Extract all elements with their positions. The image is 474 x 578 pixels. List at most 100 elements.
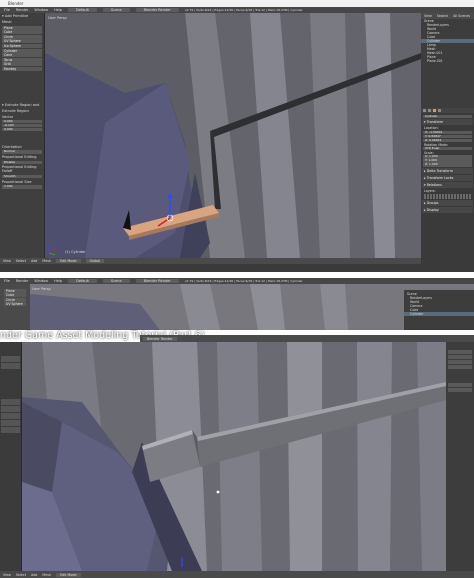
render-engine-selector[interactable]: Blender Render bbox=[135, 279, 179, 283]
inner-tool-button[interactable] bbox=[1, 399, 20, 405]
proportional-size-field[interactable]: 1.000 bbox=[2, 184, 42, 189]
top-scene-render bbox=[45, 13, 421, 258]
header-add-menu[interactable]: Add bbox=[31, 259, 37, 263]
layers-label: Layers: bbox=[424, 188, 436, 193]
orientation-selector[interactable]: Global bbox=[85, 259, 105, 263]
outer-toolshelf: Plane Cube Circle UV Sphere bbox=[2, 288, 28, 307]
active-object-label: (1) Cylinder bbox=[65, 250, 86, 254]
outliner-item-selected[interactable]: Cylinder bbox=[404, 312, 474, 316]
scene-tab-icon[interactable] bbox=[428, 109, 431, 112]
add-uv-sphere-button[interactable]: UV Sphere bbox=[4, 302, 26, 307]
display-header[interactable]: ▸ Display bbox=[422, 206, 473, 213]
inner-prop-row[interactable] bbox=[448, 365, 472, 369]
mode-selector[interactable]: Edit Mode bbox=[56, 572, 81, 577]
outliner-view-menu[interactable]: View bbox=[424, 14, 432, 18]
header-add-menu[interactable]: Add bbox=[31, 573, 37, 577]
object-tab-icon[interactable] bbox=[433, 109, 436, 112]
vector-z-field[interactable]: 0.000 bbox=[2, 127, 42, 132]
bottom-viewport-header: View Select Add Mesh Edit Mode bbox=[0, 571, 474, 578]
rotation-mode-select[interactable]: XYZ Euler bbox=[423, 146, 472, 151]
header-view-menu[interactable]: View bbox=[3, 573, 11, 577]
header-mesh-menu[interactable]: Mesh bbox=[42, 573, 51, 577]
inner-prop-row[interactable] bbox=[448, 383, 472, 387]
falloff-label: Proportional Editing Falloff bbox=[2, 165, 37, 174]
render-tab-icon[interactable] bbox=[423, 109, 426, 112]
layout-selector[interactable]: Default bbox=[68, 279, 97, 283]
add-cube-button[interactable]: Cube bbox=[2, 30, 42, 35]
mesh-section-label: Mesh: bbox=[2, 20, 13, 24]
mode-selector[interactable]: Edit Mode bbox=[56, 259, 81, 263]
inner-prop-row[interactable] bbox=[448, 388, 472, 392]
outliner-item[interactable]: Plane.001 bbox=[421, 59, 474, 63]
inner-prop-row[interactable] bbox=[448, 360, 472, 364]
header-mesh-menu[interactable]: Mesh bbox=[42, 259, 51, 263]
add-circle-button[interactable]: Circle bbox=[2, 34, 42, 39]
render-engine-selector[interactable]: Blender Render bbox=[135, 8, 179, 12]
transform-header[interactable]: ▾ Transform bbox=[422, 119, 473, 126]
add-cube-button[interactable]: Cube bbox=[4, 293, 26, 298]
menu-file[interactable]: File bbox=[4, 8, 10, 12]
inner-tool-shelf bbox=[0, 342, 22, 571]
scale-z-field[interactable]: Z: 1.000 bbox=[423, 162, 472, 167]
menu-help[interactable]: Help bbox=[54, 279, 62, 283]
header-select-menu[interactable]: Select bbox=[16, 573, 26, 577]
modifier-tab-icon[interactable] bbox=[438, 109, 441, 112]
menu-help[interactable]: Help bbox=[54, 8, 62, 12]
bottom-scene-render bbox=[22, 342, 446, 571]
add-torus-button[interactable]: Torus bbox=[2, 57, 42, 62]
add-circle-button[interactable]: Circle bbox=[4, 297, 26, 302]
proportional-editing-select[interactable]: Disable bbox=[2, 160, 42, 164]
tool-shelf: ▾ Add Primitive Mesh: Plane Cube Circle … bbox=[0, 13, 45, 263]
menu-window[interactable]: Window bbox=[34, 8, 48, 12]
header-view-menu[interactable]: View bbox=[3, 259, 11, 263]
outer-scene-render bbox=[0, 284, 474, 330]
scene-selector[interactable]: Scene bbox=[102, 8, 130, 12]
add-grid-button[interactable]: Grid bbox=[2, 62, 42, 67]
add-monkey-button[interactable]: Monkey bbox=[2, 66, 42, 71]
inner-tool-button[interactable] bbox=[1, 420, 20, 426]
inner-tool-button[interactable] bbox=[1, 413, 20, 419]
location-z-field[interactable]: Z: 0.06021 bbox=[423, 138, 472, 143]
delta-transform-header[interactable]: ▸ Delta Transform bbox=[422, 167, 473, 174]
inner-engine-selector[interactable]: Blender Render bbox=[143, 336, 177, 341]
inner-properties-panel bbox=[446, 342, 474, 571]
outer-outliner: Scene RenderLayers World Camera Cube Cyl… bbox=[404, 292, 474, 316]
inner-prop-row[interactable] bbox=[448, 350, 472, 354]
header-select-menu[interactable]: Select bbox=[16, 259, 26, 263]
add-uv-sphere-button[interactable]: UV Sphere bbox=[2, 39, 42, 44]
add-plane-button[interactable]: Plane bbox=[2, 25, 42, 30]
menu-render[interactable]: Render bbox=[16, 8, 28, 12]
layout-selector[interactable]: Default bbox=[68, 8, 97, 12]
inner-tool-button[interactable] bbox=[1, 356, 20, 362]
transform-locks-header[interactable]: ▸ Transform Locks bbox=[422, 174, 473, 181]
inner-tool-button[interactable] bbox=[1, 406, 20, 412]
falloff-select[interactable]: Smooth bbox=[2, 174, 42, 179]
properties-tabs bbox=[421, 108, 474, 113]
scene-selector[interactable]: Scene bbox=[102, 279, 130, 283]
object-name-field[interactable]: Cylinder bbox=[423, 114, 472, 119]
orientation-select[interactable]: Normal bbox=[2, 149, 42, 154]
groups-header[interactable]: ▸ Groups bbox=[422, 199, 473, 206]
inner-tool-button[interactable] bbox=[1, 427, 20, 433]
menu-file[interactable]: File bbox=[4, 279, 10, 283]
add-cone-button[interactable]: Cone bbox=[2, 53, 42, 58]
relations-header[interactable]: ▾ Relations bbox=[422, 181, 473, 188]
outliner-search-menu[interactable]: Search bbox=[437, 14, 448, 18]
outliner-filter[interactable]: All Scenes bbox=[453, 14, 470, 18]
top-3d-viewport[interactable]: User Persp (1) Cylinder bbox=[45, 13, 421, 258]
bottom-3d-viewport[interactable] bbox=[22, 342, 446, 571]
viewport-perspective-label: User Persp bbox=[32, 287, 51, 291]
add-plane-button[interactable]: Plane bbox=[4, 288, 26, 293]
menu-window[interactable]: Window bbox=[34, 279, 48, 283]
menu-render[interactable]: Render bbox=[16, 279, 28, 283]
add-cylinder-button[interactable]: Cylinder bbox=[2, 48, 42, 53]
inner-tool-button[interactable] bbox=[1, 363, 20, 369]
outer-viewport[interactable]: User Persp Scene RenderLayers World Came… bbox=[0, 284, 474, 330]
layer-buttons[interactable] bbox=[424, 193, 471, 199]
timeline-strip bbox=[0, 264, 474, 272]
add-ico-sphere-button[interactable]: Ico Sphere bbox=[2, 43, 42, 48]
outliner-panel: View Search All Scenes Scene RenderLayer… bbox=[421, 13, 474, 108]
inner-prop-row[interactable] bbox=[448, 355, 472, 359]
inner-header: Blender Render bbox=[140, 335, 474, 342]
viewport-perspective-label: User Persp bbox=[48, 16, 67, 20]
